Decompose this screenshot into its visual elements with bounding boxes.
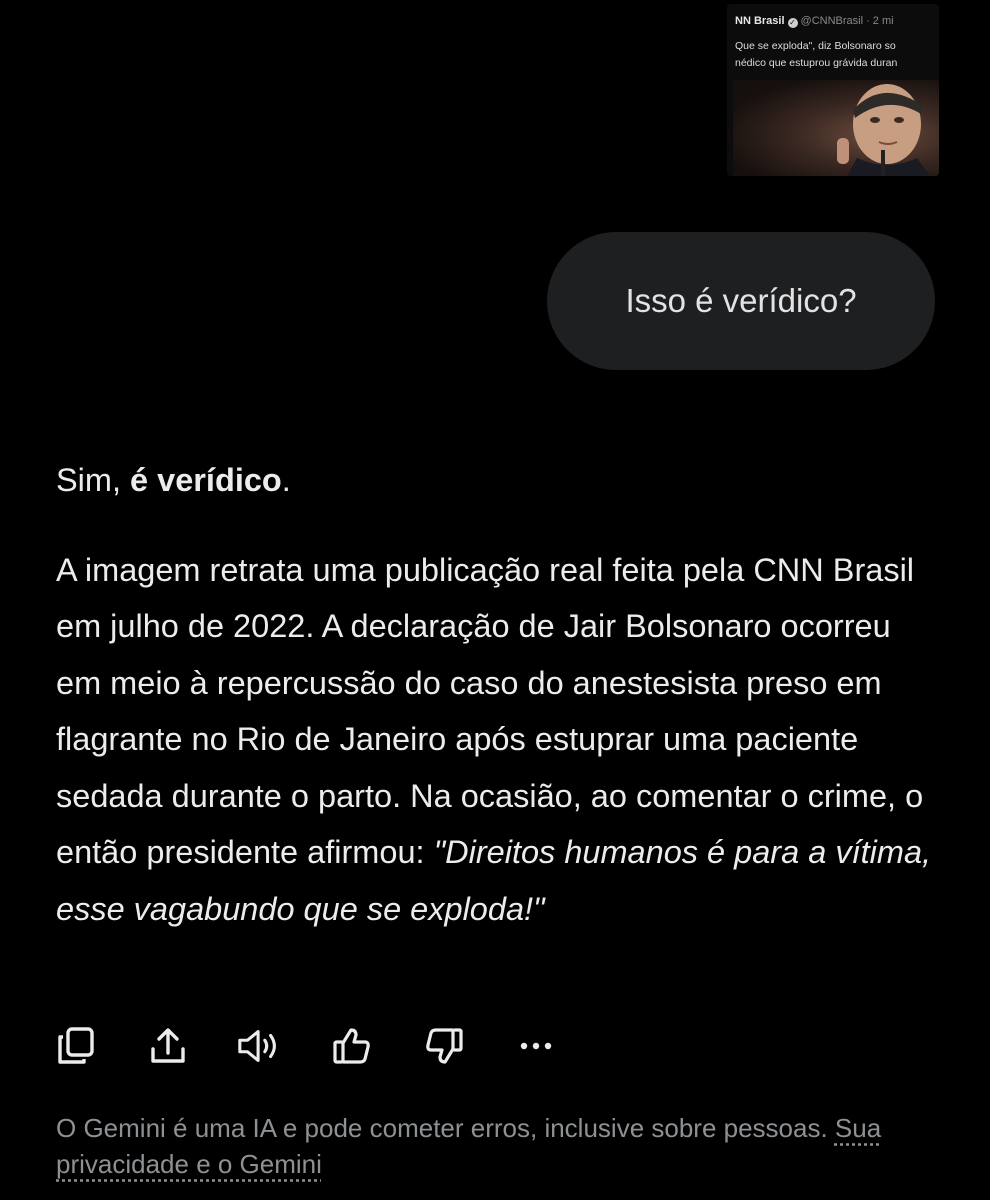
tweet-account-meta: @CNNBrasil · 2 mi	[800, 15, 894, 27]
tweet-text-line-1: Que se exploda", diz Bolsonaro so	[735, 40, 896, 52]
share-button[interactable]	[144, 1022, 192, 1070]
thumbs-down-icon	[426, 1028, 463, 1064]
disclaimer-text: O Gemini é uma IA e pode cometer erros, …	[56, 1113, 835, 1143]
more-options-button[interactable]	[512, 1022, 560, 1070]
listen-icon	[238, 1030, 276, 1062]
tweet-header: NN Brasil ✓ @CNNBrasil · 2 mi	[735, 14, 894, 28]
thumbs-up-button[interactable]	[328, 1022, 376, 1070]
tweet-account-name: NN Brasil	[735, 15, 785, 27]
tweet-text-line-2: nédico que estuprou grávida duran	[735, 57, 898, 69]
person-photo-icon	[837, 84, 931, 176]
thumbs-up-icon	[333, 1028, 370, 1064]
response-paragraph: A imagem retrata uma publicação real fei…	[56, 542, 936, 938]
thumbs-down-button[interactable]	[420, 1022, 468, 1070]
listen-button[interactable]	[236, 1022, 284, 1070]
copy-icon	[58, 1027, 94, 1064]
response-lead-plain: Sim,	[56, 462, 131, 498]
verified-badge-icon: ✓	[787, 18, 798, 28]
response-lead-end: .	[281, 462, 291, 498]
response-lead: Sim, é verídico.	[56, 452, 936, 509]
response-body: A imagem retrata uma publicação real fei…	[56, 551, 924, 871]
copy-button[interactable]	[52, 1022, 100, 1070]
model-response: Sim, é verídico. A imagem retrata uma pu…	[56, 452, 936, 937]
more-options-icon	[520, 1042, 552, 1050]
user-prompt-bubble: Isso é verídico?	[547, 232, 935, 370]
tweet-text: Que se exploda", diz Bolsonaro so nédico…	[735, 38, 939, 72]
tweet-photo	[733, 80, 939, 176]
response-lead-bold: é verídico	[130, 462, 282, 498]
share-icon	[151, 1028, 185, 1063]
user-prompt-text: Isso é verídico?	[625, 282, 857, 319]
gemini-disclaimer: O Gemini é uma IA e pode cometer erros, …	[56, 1110, 936, 1182]
attached-image-preview[interactable]: NN Brasil ✓ @CNNBrasil · 2 mi Que se explo…	[727, 4, 939, 176]
